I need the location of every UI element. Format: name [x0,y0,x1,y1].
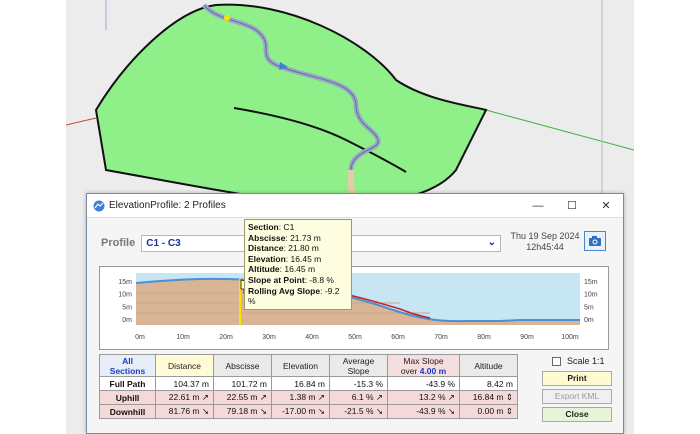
max-slope-distance[interactable]: 4.00 m [420,366,446,376]
all-sections-header[interactable]: All Sections [99,354,156,377]
abscisse-header[interactable]: Abscisse [213,354,272,377]
x-tick-label: 50m [348,334,362,341]
x-axis: 0m 10m 20m 30m 40m 50m 60m 70m 80m 90m 100m [135,334,579,341]
maximize-button[interactable]: ☐ [555,194,589,218]
x-tick-label: 100m [561,334,579,341]
cell-max-slope: -43.9 % ↘ [387,404,460,419]
y-tick-label: 10m [584,292,598,299]
cell-max-slope: -43.9 % [387,376,460,391]
y-tick-label: 5m [584,304,594,311]
max-slope-over: over [400,365,420,376]
green-axis [485,109,634,151]
average-slope-line2: Slope [347,365,370,376]
y-tick-label: 15m [584,279,598,286]
max-slope-header[interactable]: Max Slope over 4.00 m [387,354,460,377]
table-row-full-path[interactable]: Full Path 104.37 m 101.72 m 16.84 m -15.… [99,376,518,391]
tooltip-slope: Slope at Point: -8.8 % [248,274,334,285]
y-tick-label: 15m [118,279,132,286]
date-text: Thu 19 Sep 2024 [510,231,580,241]
average-slope-header[interactable]: Average Slope [329,354,388,377]
y-tick-label: 5m [122,304,132,311]
window-title: ElevationProfile: 2 Profiles [109,200,226,211]
cell-abscisse: 79.18 m ↘ [213,404,272,419]
tooltip-section: Section: C1 [248,222,295,232]
tooltip-distance: Distance: 21.80 m [248,243,319,254]
cell-max-slope: 13.2 % ↗ [387,390,460,405]
row-label: Downhill [99,404,156,419]
cell-altitude: 16.84 m ⇕ [459,390,518,405]
cell-distance: 22.61 m ↗ [155,390,214,405]
stats-header-row: All Sections Distance Abscisse Elevation… [99,354,518,377]
cell-elevation: 16.84 m [271,376,330,391]
x-tick-label: 0m [135,334,145,341]
elevation-chart[interactable]: 15m 10m 5m 0m 15m 10m 5m 0m 0m 10m 20m 30m 40m 50m 6… [99,266,609,350]
scale-toggle[interactable]: Scale 1:1 [552,354,614,368]
average-slope-line1: Average [342,355,375,366]
x-tick-label: 10m [176,334,190,341]
timestamp: Thu 19 Sep 2024 12h45:44 [508,231,582,253]
time-text: 12h45:44 [526,242,564,252]
max-slope-line1: Max Slope [403,355,444,366]
y-tick-label: 10m [118,292,132,299]
red-axis [66,117,97,126]
title-bar[interactable]: ElevationProfile: 2 Profiles — ☐ ✕ [87,194,623,218]
cell-altitude: 0.00 m ⇕ [459,404,518,419]
row-label: Full Path [99,376,156,391]
row-label: Uphill [99,390,156,405]
print-button[interactable]: Print [542,371,612,386]
profile-selected-value: C1 - C3 [146,237,181,249]
app-icon [93,200,105,211]
point-tooltip: Section: C1 Abscisse: 21.73 m Distance: … [244,219,352,310]
cell-elevation: -17.00 m ↘ [271,404,330,419]
tooltip-altitude: Altitude: 16.45 m [248,264,316,275]
terrain-surface [94,3,488,206]
all-sections-line1: All [122,355,133,366]
camera-button[interactable] [584,231,606,251]
position-marker [224,15,230,21]
x-tick-label: 20m [219,334,233,341]
x-tick-label: 30m [262,334,276,341]
scale-checkbox[interactable] [552,356,561,366]
cell-average-slope: -15.3 % [329,376,388,391]
elevation-chart-svg: 15m 10m 5m 0m 15m 10m 5m 0m 0m 10m 20m 30m 40m 50m 6… [118,273,598,341]
all-sections-line2: Sections [109,365,146,376]
altitude-header[interactable]: Altitude [459,354,518,377]
x-tick-label: 70m [434,334,448,341]
cell-abscisse: 101.72 m [213,376,272,391]
cell-distance: 104.37 m [155,376,214,391]
cell-elevation: 1.38 m ↗ [271,390,330,405]
table-row-downhill[interactable]: Downhill 81.76 m ↘ 79.18 m ↘ -17.00 m ↘ … [99,404,518,419]
y-tick-label: 0m [584,317,594,324]
x-tick-label: 90m [520,334,534,341]
cell-abscisse: 22.55 m ↗ [213,390,272,405]
close-window-button[interactable]: ✕ [589,194,623,218]
scale-label: Scale 1:1 [567,356,605,366]
camera-icon [589,236,601,246]
y-tick-label: 0m [122,317,132,324]
cell-altitude: 8.42 m [459,376,518,391]
chevron-down-icon: ⌄ [487,236,496,248]
x-tick-label: 60m [391,334,405,341]
cell-average-slope: 6.1 % ↗ [329,390,388,405]
table-row-uphill[interactable]: Uphill 22.61 m ↗ 22.55 m ↗ 1.38 m ↗ 6.1 … [99,390,518,405]
export-kml-button[interactable]: Export KML [542,389,612,404]
minimize-button[interactable]: — [521,194,555,218]
x-tick-label: 80m [477,334,491,341]
elevation-profile-dialog: ElevationProfile: 2 Profiles — ☐ ✕ Profi… [86,193,624,434]
side-panel: Scale 1:1 Print Export KML Close [542,354,614,422]
stats-table: All Sections Distance Abscisse Elevation… [99,354,518,419]
close-button[interactable]: Close [542,407,612,422]
max-slope-line2: over 4.00 m [392,366,455,376]
x-tick-label: 40m [305,334,319,341]
tooltip-abscisse: Abscisse: 21.73 m [248,232,321,243]
cell-average-slope: -21.5 % ↘ [329,404,388,419]
tooltip-rolling-slope: Rolling Avg Slope: -9.2 % [248,285,340,307]
distance-header[interactable]: Distance [155,354,214,377]
cell-distance: 81.76 m ↘ [155,404,214,419]
elevation-header[interactable]: Elevation [271,354,330,377]
profile-label: Profile [101,237,136,249]
y-axis-right: 15m 10m 5m 0m [584,279,598,324]
y-axis-left: 15m 10m 5m 0m [118,279,132,324]
tooltip-elevation: Elevation: 16.45 m [248,253,322,264]
